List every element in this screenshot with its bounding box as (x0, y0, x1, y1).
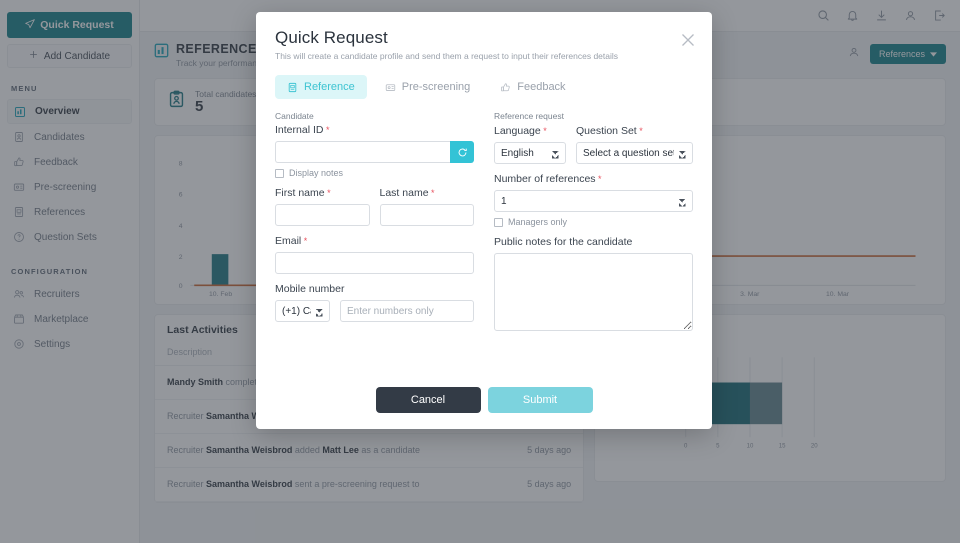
public-notes-label: Public notes for the candidate (494, 236, 633, 248)
internal-id-label: Internal ID * (275, 124, 474, 136)
last-name-label: Last name * (380, 187, 475, 199)
tab-label: Pre-screening (401, 81, 471, 93)
modal-tabs: Reference Pre-screening Feedback (275, 75, 693, 99)
reference-request-column: Reference request Language * English Que… (494, 111, 693, 336)
quick-request-form: Candidate Internal ID * Display notes Fi… (275, 111, 693, 336)
submit-button[interactable]: Submit (487, 387, 593, 413)
public-notes-textarea[interactable] (494, 253, 693, 331)
required-marker: * (595, 174, 602, 184)
candidate-column: Candidate Internal ID * Display notes Fi… (275, 111, 474, 336)
number-of-references-select[interactable]: 1 (494, 190, 693, 212)
modal-footer: Cancel Submit (256, 375, 712, 429)
display-notes-checkbox[interactable] (275, 168, 284, 178)
reference-request-section-label: Reference request (494, 111, 564, 121)
modal-subtitle: This will create a candidate profile and… (275, 51, 619, 61)
first-name-label: First name * (275, 187, 370, 199)
tab-reference[interactable]: Reference (275, 75, 367, 99)
last-name-input[interactable] (379, 204, 474, 226)
required-marker: * (323, 125, 330, 135)
search-refresh-icon[interactable] (450, 141, 474, 163)
question-set-select[interactable]: Select a question set (576, 142, 693, 164)
first-name-label-text: First name (275, 187, 325, 199)
internal-id-label-text: Internal ID (275, 124, 324, 136)
close-icon[interactable] (680, 32, 696, 48)
language-select[interactable]: English (494, 142, 566, 164)
reference-icon (287, 82, 298, 93)
email-field[interactable] (275, 252, 474, 274)
pre-screening-icon (385, 82, 396, 93)
required-marker: * (301, 236, 308, 246)
modal-title: Quick Request (275, 28, 388, 47)
mobile-number-label: Mobile number (275, 283, 345, 295)
internal-id-input[interactable] (275, 141, 450, 163)
number-of-references-label-text: Number of references (494, 173, 596, 185)
last-name-label-text: Last name (379, 187, 429, 199)
required-marker: * (324, 188, 331, 198)
language-label-text: Language (494, 125, 541, 137)
tab-label: Feedback (517, 81, 566, 93)
display-notes-row[interactable]: Display notes (275, 168, 474, 178)
required-marker: * (428, 188, 435, 198)
tab-feedback[interactable]: Feedback (488, 75, 577, 99)
mobile-number-input[interactable] (340, 300, 474, 322)
first-name-input[interactable] (275, 204, 370, 226)
number-of-references-label: Number of references * (494, 173, 693, 185)
tab-pre-screening[interactable]: Pre-screening (373, 75, 482, 99)
tab-label: Reference (304, 81, 355, 93)
managers-only-label: Managers only (508, 217, 568, 227)
language-label: Language * (494, 125, 566, 137)
display-notes-label: Display notes (289, 168, 344, 178)
required-marker: * (540, 126, 547, 136)
thumbs-up-icon (500, 82, 511, 93)
question-set-label-text: Question Set (576, 125, 637, 137)
quick-request-modal: Quick Request This will create a candida… (256, 12, 712, 429)
cancel-button[interactable]: Cancel (375, 387, 481, 413)
required-marker: * (636, 126, 643, 136)
email-label: Email * (275, 235, 474, 247)
managers-only-row[interactable]: Managers only (494, 217, 693, 227)
question-set-label: Question Set * (576, 125, 693, 137)
managers-only-checkbox[interactable] (494, 217, 503, 227)
candidate-section-label: Candidate (275, 111, 314, 121)
email-label-text: Email (275, 235, 302, 247)
country-code-select[interactable]: (+1) Ca (275, 300, 330, 322)
